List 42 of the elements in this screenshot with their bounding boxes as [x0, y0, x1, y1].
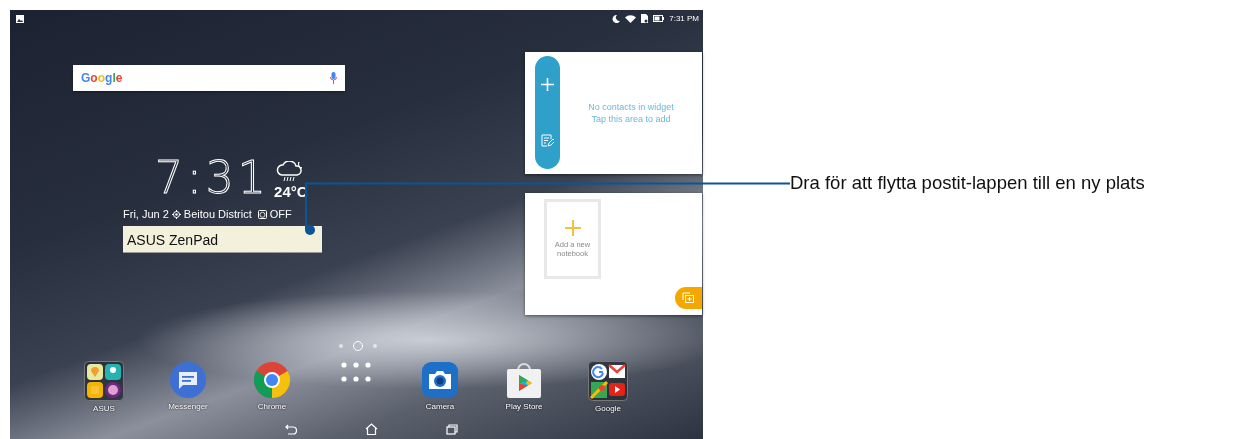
image-notification-icon [16, 14, 24, 23]
app-drawer-icon[interactable] [341, 361, 371, 383]
clock-time: 7:31 [155, 156, 270, 200]
app-label: Google [595, 404, 621, 413]
chrome-icon[interactable] [253, 361, 291, 399]
messages-icon[interactable] [169, 361, 207, 399]
plus-icon [564, 220, 581, 236]
temperature: 24°C [274, 183, 308, 200]
copy-add-icon [682, 292, 695, 304]
alarm-icon [257, 209, 267, 219]
moon-icon [612, 14, 621, 23]
status-time: 7:31 PM [669, 14, 699, 23]
app-label: Messenger [168, 402, 208, 411]
folder-icon[interactable] [588, 361, 628, 401]
plus-icon[interactable] [541, 77, 554, 91]
page-indicator-dot[interactable] [339, 344, 343, 348]
search-bar[interactable]: Google [73, 65, 345, 91]
app-label: Camera [425, 402, 455, 411]
clock-location: Beitou District [183, 208, 252, 220]
wifi-icon [625, 14, 637, 23]
alarm-status: OFF [269, 208, 292, 220]
contacts-hint: Tap this area to add [591, 113, 671, 125]
app-label: Play Store [505, 402, 543, 411]
clock-date: Fri, Jun 2 [123, 208, 169, 220]
camera-icon[interactable] [421, 361, 459, 399]
play-store-icon[interactable] [506, 361, 542, 399]
home-icon[interactable] [365, 423, 378, 435]
battery-icon [653, 15, 665, 22]
app-label: Chrome [257, 402, 287, 411]
back-icon[interactable] [285, 423, 297, 435]
google-logo: Google [81, 71, 123, 85]
callout-text: Dra för att flytta postit-lappen till en ny plats [790, 172, 1145, 194]
recent-apps-icon[interactable] [446, 423, 458, 435]
edit-list-icon[interactable] [541, 134, 554, 148]
page-indicator-dot[interactable] [373, 344, 377, 348]
folder-icon[interactable] [84, 361, 124, 401]
app-label: ASUS [93, 404, 115, 413]
location-icon [171, 209, 181, 219]
contacts-widget[interactable]: No contacts in widget Tap this area to add [525, 52, 702, 174]
microphone-icon[interactable] [330, 72, 337, 84]
contacts-message: No contacts in widget [588, 101, 674, 113]
sticky-note[interactable]: ASUS ZenPad [123, 226, 322, 253]
